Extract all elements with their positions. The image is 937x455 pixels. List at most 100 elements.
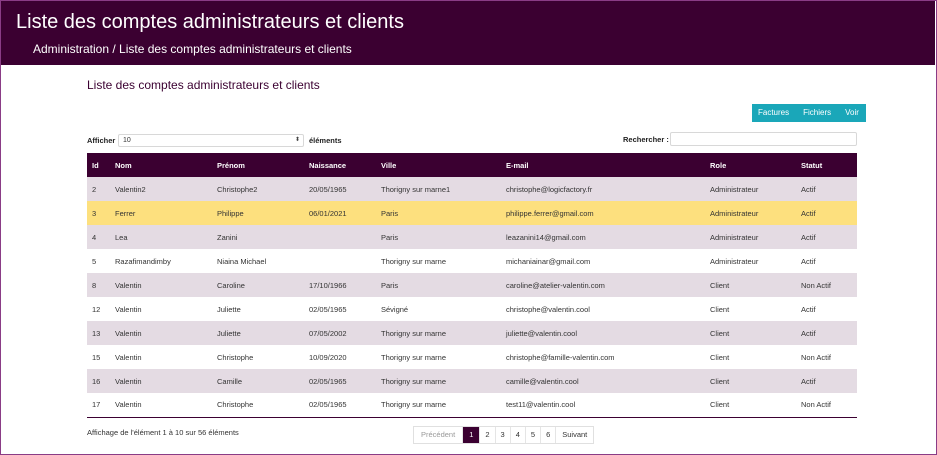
cell-id: 13 — [92, 328, 101, 338]
cell-id: 12 — [92, 304, 101, 314]
column-header-naissance[interactable]: Naissance — [304, 153, 376, 177]
table-row[interactable]: 2 Valentin2 Christophe2 20/05/1965 Thorigny … — [87, 177, 857, 201]
cell-id: 15 — [92, 352, 101, 362]
cell-naissance: 20/05/1965 — [309, 184, 347, 194]
cell-nom: Valentin — [115, 328, 142, 338]
cell-naissance: 02/05/1965 — [309, 400, 347, 410]
table-header-row: Id Nom Prénom Naissance Ville E-mail Role Statu… — [87, 153, 857, 177]
cell-naissance — [304, 225, 376, 249]
table-row[interactable]: 17 Valentin Christophe 02/05/1965 Thorigny s… — [87, 393, 857, 417]
cell-nom: Valentin — [115, 376, 142, 386]
cell-nom: Valentin — [115, 400, 142, 410]
cell-statut: Actif — [801, 256, 816, 266]
cell-email: philippe.ferrer@gmail.com — [506, 208, 594, 218]
cell-role: Client — [710, 352, 730, 362]
cell-prenom: Caroline — [217, 280, 245, 290]
cell-id: 5 — [92, 256, 97, 266]
cell-id: 4 — [92, 232, 97, 242]
cell-statut: Actif — [801, 184, 816, 194]
cell-email: juliette@valentin.cool — [506, 328, 577, 338]
length-label: Afficher — [87, 136, 116, 145]
pagination-next[interactable]: Suivant — [556, 427, 593, 443]
cell-role: Administrateur — [710, 232, 759, 242]
cell-email: leazanini14@gmail.com — [506, 232, 586, 242]
column-header-nom[interactable]: Nom — [110, 153, 212, 177]
cell-id: 2 — [92, 184, 97, 194]
cell-role: Client — [710, 376, 730, 386]
pagination-page-2[interactable]: 2 — [480, 427, 496, 443]
cell-ville: Thorigny sur marne — [381, 256, 447, 266]
search-input[interactable] — [670, 132, 857, 146]
column-header-id[interactable]: Id — [87, 153, 110, 177]
table-row[interactable]: 12 Valentin Juliette 02/05/1965 Sévigné chris… — [87, 297, 857, 321]
accounts-table: Id Nom Prénom Naissance Ville E-mail Role Statu… — [87, 153, 857, 418]
factures-button[interactable]: Factures — [752, 104, 796, 122]
cell-naissance: 17/10/1966 — [309, 280, 347, 290]
column-header-ville[interactable]: Ville — [376, 153, 501, 177]
cell-ville: Sévigné — [381, 304, 409, 314]
cell-ville: Paris — [381, 208, 399, 218]
column-header-role[interactable]: Role — [705, 153, 796, 177]
pagination-page-3[interactable]: 3 — [496, 427, 511, 443]
pagination-page-1[interactable]: 1 — [463, 427, 481, 443]
table-row[interactable]: 16 Valentin Camille 02/05/1965 Thorigny sur … — [87, 369, 857, 393]
cell-statut: Non Actif — [801, 400, 832, 410]
cell-role: Client — [710, 280, 730, 290]
cell-id: 17 — [92, 400, 101, 410]
cell-id: 8 — [92, 280, 97, 290]
cell-ville: Thorigny sur marne — [381, 400, 447, 410]
cell-prenom: Niaina Michael — [217, 256, 267, 266]
table-row[interactable]: 4 Lea Zanini Paris leazanini14@gmail.com Admi… — [87, 225, 857, 249]
cell-email: michaniainar@gmail.com — [506, 256, 591, 266]
cell-statut: Non Actif — [801, 280, 832, 290]
page-length-select[interactable]: 10 ⬍ — [118, 134, 304, 147]
cell-ville: Paris — [381, 232, 399, 242]
pagination-page-6[interactable]: 6 — [541, 427, 557, 443]
pagination-page-4[interactable]: 4 — [511, 427, 526, 443]
fichiers-button[interactable]: Fichiers — [796, 104, 838, 122]
cell-email: christophe@logicfactory.fr — [506, 184, 593, 194]
cell-prenom: Christophe2 — [217, 184, 258, 194]
column-header-statut[interactable]: Statut — [796, 153, 857, 177]
page-title: Liste des comptes administrateurs et cli… — [16, 11, 404, 33]
cell-ville: Thorigny sur marne1 — [381, 184, 451, 194]
breadcrumb[interactable]: Administration / Liste des comptes admin… — [33, 42, 352, 56]
table-row[interactable]: 8 Valentin Caroline 17/10/1966 Paris caroline… — [87, 273, 857, 297]
cell-nom: Valentin — [115, 280, 142, 290]
table-row[interactable]: 5 Razafimandimby Niaina Michael Thorigny su… — [87, 249, 857, 273]
cell-email: caroline@atelier-valentin.com — [506, 280, 605, 290]
cell-prenom: Christophe — [217, 352, 254, 362]
voir-button[interactable]: Voir — [838, 104, 866, 122]
cell-naissance: 02/05/1965 — [309, 376, 347, 386]
cell-nom: Valentin — [115, 304, 142, 314]
cell-nom: Lea — [115, 232, 128, 242]
table-row[interactable]: 3 Ferrer Philippe 06/01/2021 Paris philippe.f… — [87, 201, 857, 225]
cell-nom: Ferrer — [115, 208, 136, 218]
section-title: Liste des comptes administrateurs et cli… — [87, 78, 320, 92]
column-header-prenom[interactable]: Prénom — [212, 153, 304, 177]
cell-role: Administrateur — [710, 256, 759, 266]
page-length-value: 10 — [123, 137, 131, 144]
cell-role: Administrateur — [710, 184, 759, 194]
cell-naissance: 06/01/2021 — [309, 208, 347, 218]
cell-role: Client — [710, 304, 730, 314]
cell-nom: Valentin — [115, 352, 142, 362]
cell-prenom: Zanini — [217, 232, 238, 242]
cell-prenom: Juliette — [217, 304, 241, 314]
cell-ville: Thorigny sur marne — [381, 328, 447, 338]
cell-nom: Valentin2 — [115, 184, 146, 194]
table-row[interactable]: 13 Valentin Juliette 07/05/2002 Thorigny sur… — [87, 321, 857, 345]
table-body: 2 Valentin2 Christophe2 20/05/1965 Thorigny … — [87, 177, 857, 417]
cell-id: 16 — [92, 376, 101, 386]
cell-role: Client — [710, 400, 730, 410]
table-row[interactable]: 15 Valentin Christophe 10/09/2020 Thorigny s… — [87, 345, 857, 369]
cell-prenom: Philippe — [217, 208, 244, 218]
pagination-previous[interactable]: Précédent — [414, 427, 464, 443]
cell-naissance: 10/09/2020 — [309, 352, 347, 362]
export-button-group: Factures Fichiers Voir — [752, 104, 866, 122]
column-header-email[interactable]: E-mail — [501, 153, 705, 177]
cell-ville: Paris — [381, 280, 399, 290]
cell-statut: Non Actif — [801, 352, 832, 362]
pagination-page-5[interactable]: 5 — [526, 427, 542, 443]
select-arrows-icon: ⬍ — [294, 137, 300, 143]
